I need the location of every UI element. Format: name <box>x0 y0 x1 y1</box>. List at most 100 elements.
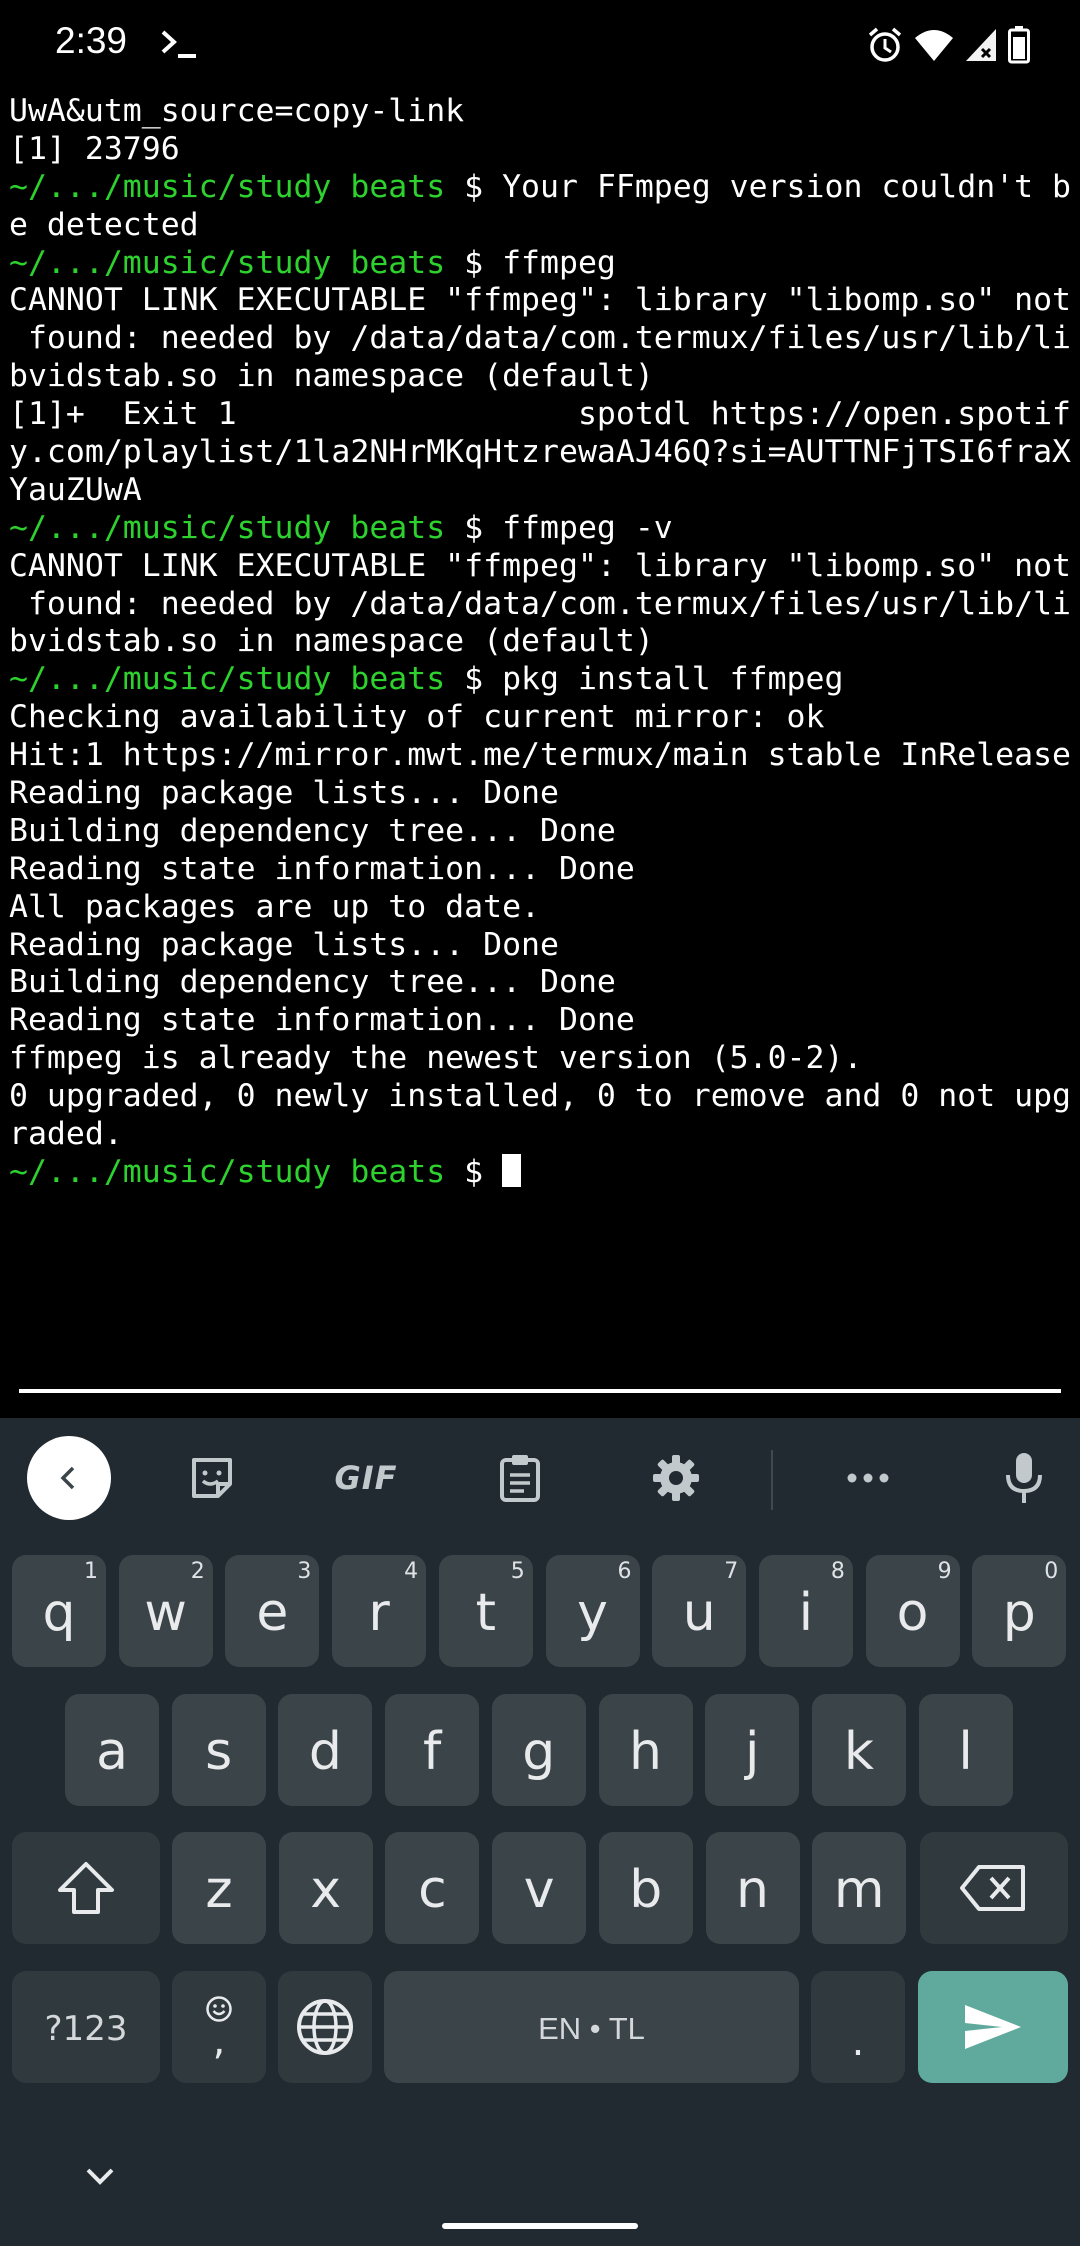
line-text: $ Your FFmpeg version couldn't b <box>445 168 1072 205</box>
back-button[interactable] <box>27 1436 111 1520</box>
key-t[interactable]: t5 <box>438 1555 533 1667</box>
terminal-line: found: needed by /data/data/com.termux/f… <box>9 586 1075 624</box>
key-label: m <box>833 1860 885 1920</box>
line-text: 0 upgraded, 0 newly installed, 0 to remo… <box>9 1078 1072 1115</box>
key-hint: 9 <box>937 1559 952 1584</box>
key-g[interactable]: g <box>491 1694 586 1806</box>
key-label: s <box>205 1722 233 1782</box>
terminal-line: Building dependency tree... Done <box>9 964 1075 1002</box>
line-text: found: needed by /data/data/com.termux/f… <box>9 585 1072 622</box>
key-hint: 4 <box>404 1559 419 1584</box>
gif-label: GIF <box>334 1459 398 1497</box>
send-key[interactable] <box>918 1971 1068 2083</box>
key-k[interactable]: k <box>811 1694 906 1806</box>
period-key[interactable]: . <box>811 1971 905 2083</box>
key-label: t <box>475 1583 496 1643</box>
key-v[interactable]: v <box>492 1832 587 1944</box>
key-label: l <box>958 1722 973 1782</box>
terminal-line: found: needed by /data/data/com.termux/f… <box>9 320 1075 358</box>
terminal-line: Building dependency tree... Done <box>9 813 1075 851</box>
symbols-key[interactable]: ?123 <box>12 1971 160 2083</box>
terminal-line: ~/.../music/study beats $ ffmpeg -v <box>9 510 1075 548</box>
divider <box>19 1389 1061 1393</box>
line-text: CANNOT LINK EXECUTABLE "ffmpeg": library… <box>9 547 1072 584</box>
prompt-path: ~/.../music/study beats <box>9 244 446 281</box>
key-label: j <box>744 1722 760 1782</box>
emoji-comma-key[interactable]: , <box>172 1971 266 2083</box>
line-text: UwA&utm_source=copy-link <box>9 93 465 129</box>
collapse-keyboard-icon[interactable] <box>80 2160 120 2190</box>
space-key[interactable]: EN • TL <box>384 1971 799 2083</box>
key-a[interactable]: a <box>65 1694 159 1806</box>
key-label: EN • TL <box>538 2011 645 2046</box>
key-label: f <box>422 1722 442 1782</box>
terminal-line: 0 upgraded, 0 newly installed, 0 to remo… <box>9 1078 1075 1116</box>
key-p[interactable]: p0 <box>972 1555 1067 1667</box>
key-hint: 5 <box>510 1559 525 1584</box>
key-e[interactable]: e3 <box>225 1555 320 1667</box>
line-text: Building dependency tree... Done <box>9 812 616 849</box>
wifi-icon <box>915 30 953 61</box>
key-f[interactable]: f <box>385 1694 480 1806</box>
microphone-button[interactable] <box>982 1436 1066 1520</box>
comma-label: , <box>212 2018 226 2064</box>
key-label: q <box>42 1583 76 1643</box>
key-label: a <box>96 1722 128 1782</box>
key-w[interactable]: w2 <box>118 1555 213 1667</box>
key-x[interactable]: x <box>278 1832 373 1944</box>
key-d[interactable]: d <box>278 1694 373 1806</box>
key-label: v <box>523 1860 555 1920</box>
sticker-button[interactable] <box>170 1436 254 1520</box>
text-cursor <box>502 1153 522 1187</box>
settings-button[interactable] <box>634 1436 718 1520</box>
key-hint: 2 <box>190 1559 205 1584</box>
more-icon <box>847 1473 889 1483</box>
key-label: c <box>418 1860 447 1920</box>
status-time: 2:39 <box>55 20 128 61</box>
key-r[interactable]: r4 <box>332 1555 427 1667</box>
key-y[interactable]: y6 <box>545 1555 640 1667</box>
line-text: e detected <box>9 206 199 243</box>
key-b[interactable]: b <box>598 1832 693 1944</box>
microphone-icon <box>1006 1453 1042 1503</box>
key-n[interactable]: n <box>705 1832 800 1944</box>
key-label: o <box>896 1583 929 1643</box>
shift-key[interactable] <box>12 1832 160 1944</box>
key-label: z <box>205 1860 233 1920</box>
key-c[interactable]: c <box>385 1832 480 1944</box>
key-hint: 7 <box>724 1559 739 1584</box>
terminal-line: y.com/playlist/1la2NHrMKqHtzrewaAJ46Q?si… <box>9 434 1075 472</box>
key-label: b <box>629 1860 663 1920</box>
backspace-key[interactable] <box>920 1832 1068 1944</box>
key-label: r <box>368 1583 390 1643</box>
key-z[interactable]: z <box>172 1832 266 1944</box>
terminal-line: CANNOT LINK EXECUTABLE "ffmpeg": library… <box>9 282 1075 320</box>
backspace-icon <box>960 1865 1025 1911</box>
keyboard: GIF q 1 w 2 e 3 r 4 t 5 y 6 u 7 i 8 o 9 … <box>0 1418 1080 2246</box>
key-label: n <box>736 1860 769 1920</box>
key-s[interactable]: s <box>171 1694 266 1806</box>
key-j[interactable]: j <box>705 1694 800 1806</box>
line-text: Reading package lists... Done <box>9 775 559 812</box>
clipboard-button[interactable] <box>478 1436 562 1520</box>
more-button[interactable] <box>826 1436 910 1520</box>
key-i[interactable]: i8 <box>758 1555 853 1667</box>
key-l[interactable]: l <box>918 1694 1013 1806</box>
line-text: y.com/playlist/1la2NHrMKqHtzrewaAJ46Q?si… <box>9 434 1072 471</box>
terminal-output[interactable]: UwA&utm_source=copy-link [1] 23796 ~/.../m… <box>9 93 1075 1368</box>
key-o[interactable]: o9 <box>865 1555 960 1667</box>
key-q[interactable]: q1 <box>12 1555 106 1667</box>
key-label: x <box>310 1860 342 1920</box>
key-u[interactable]: u7 <box>652 1555 747 1667</box>
line-text: found: needed by /data/data/com.termux/f… <box>9 320 1072 357</box>
language-key[interactable] <box>278 1971 372 2083</box>
key-label: g <box>522 1722 556 1782</box>
gif-button[interactable]: GIF <box>324 1436 408 1520</box>
terminal-line: Reading state information... Done <box>9 1002 1075 1040</box>
home-indicator[interactable] <box>442 2223 638 2229</box>
key-m[interactable]: m <box>812 1832 907 1944</box>
line-text: bvidstab.so in namespace (default) <box>9 623 654 660</box>
terminal-line: Checking availability of current mirror:… <box>9 699 1075 737</box>
key-h[interactable]: h <box>598 1694 693 1806</box>
terminal-line: ~/.../music/study beats $ pkg install ff… <box>9 661 1075 699</box>
